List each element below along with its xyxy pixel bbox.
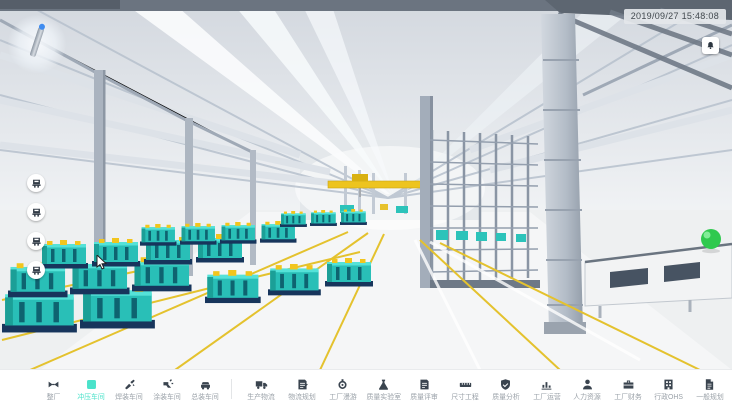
logistics-plan-icon [296, 378, 309, 391]
module-button-label: 工厂财务 [614, 393, 642, 400]
plan-icon [703, 378, 716, 391]
press-line-button-2[interactable] [27, 232, 45, 250]
press-line-button-3[interactable] [27, 261, 45, 279]
module-button-label: 生产物流 [248, 393, 276, 400]
building-icon [662, 378, 675, 391]
3d-factory-viewport[interactable]: 2019/09/27 15:48:08 [0, 0, 732, 370]
module-button-0[interactable]: 生产物流 [242, 377, 280, 401]
assembly-icon [199, 378, 212, 391]
module-button-11[interactable]: 一般规划 [691, 377, 729, 401]
module-button-10[interactable]: 行政OHS [650, 377, 688, 401]
module-button-label: 质量实验室 [366, 393, 401, 400]
module-button-label: 质量分析 [492, 393, 520, 400]
workshop-tab-label: 冲压车间 [77, 393, 105, 400]
press-machine-icon [31, 178, 42, 189]
compass-widget[interactable] [8, 15, 66, 73]
module-button-9[interactable]: 工厂财务 [609, 377, 647, 401]
press-machine-icon [31, 265, 42, 276]
ruler-icon [459, 378, 472, 391]
workshop-tab-3[interactable]: 涂装车间 [148, 377, 186, 401]
shield-icon [499, 378, 512, 391]
bell-icon [706, 41, 715, 50]
workshop-tab-4[interactable]: 总装车间 [186, 377, 224, 401]
module-button-label: 尺寸工程 [451, 393, 479, 400]
module-button-label: 物流规划 [288, 393, 316, 400]
briefcase-icon [622, 378, 635, 391]
roam-icon [336, 378, 349, 391]
module-button-6[interactable]: 质量分析 [487, 377, 525, 401]
press-line-quick-buttons [27, 174, 45, 279]
press-machine-icon [31, 207, 42, 218]
module-button-label: 工厂运营 [533, 393, 561, 400]
datetime-display: 2019/09/27 15:48:08 [624, 9, 726, 24]
person-icon [581, 378, 594, 391]
digital-twin-app: 2019/09/27 15:48:08 整厂 冲压车间 焊装车间 涂装车间 总 [0, 0, 732, 407]
compass-icon [30, 27, 45, 57]
workshop-tab-0[interactable]: 整厂 [34, 377, 72, 401]
toolbar-divider [231, 379, 232, 399]
workshop-tab-label: 涂装车间 [153, 393, 181, 400]
module-button-1[interactable]: 物流规划 [283, 377, 321, 401]
factory-scene [0, 0, 732, 370]
truck-icon [255, 378, 268, 391]
painting-icon [161, 378, 174, 391]
workshop-tab-label: 总装车间 [191, 393, 219, 400]
workshop-tab-1[interactable]: 冲压车间 [72, 377, 110, 401]
module-button-label: 一般规划 [696, 393, 724, 400]
press-line-button-0[interactable] [27, 174, 45, 192]
lab-icon [377, 378, 390, 391]
module-button-label: 人力资源 [574, 393, 602, 400]
welding-icon [123, 378, 136, 391]
module-button-group: 生产物流 物流规划 工厂漫游 质量实验室 质量评审 尺寸工程 质量分析 工厂运营… [241, 377, 730, 401]
workshop-tab-2[interactable]: 焊装车间 [110, 377, 148, 401]
module-button-8[interactable]: 人力资源 [568, 377, 606, 401]
module-button-3[interactable]: 质量实验室 [365, 377, 403, 401]
workshop-tab-label: 整厂 [46, 393, 60, 400]
plant-icon [47, 378, 60, 391]
press-machine-icon [31, 236, 42, 247]
module-button-4[interactable]: 质量评审 [405, 377, 443, 401]
press-line-button-1[interactable] [27, 203, 45, 221]
module-button-2[interactable]: 工厂漫游 [324, 377, 362, 401]
module-button-label: 工厂漫游 [329, 393, 357, 400]
module-button-5[interactable]: 尺寸工程 [446, 377, 484, 401]
workshop-tab-label: 焊装车间 [115, 393, 143, 400]
workshop-tab-group: 整厂 冲压车间 焊装车间 涂装车间 总装车间 [34, 377, 224, 401]
module-button-label: 质量评审 [411, 393, 439, 400]
module-button-label: 行政OHS [654, 393, 683, 400]
bottom-toolbar: 整厂 冲压车间 焊装车间 涂装车间 总装车间 生产物流 物流规划 工厂漫游 质量… [0, 369, 732, 407]
review-icon [418, 378, 431, 391]
press-shop-icon [85, 378, 98, 391]
notification-button[interactable] [702, 37, 719, 54]
chart-icon [540, 378, 553, 391]
module-button-7[interactable]: 工厂运营 [528, 377, 566, 401]
